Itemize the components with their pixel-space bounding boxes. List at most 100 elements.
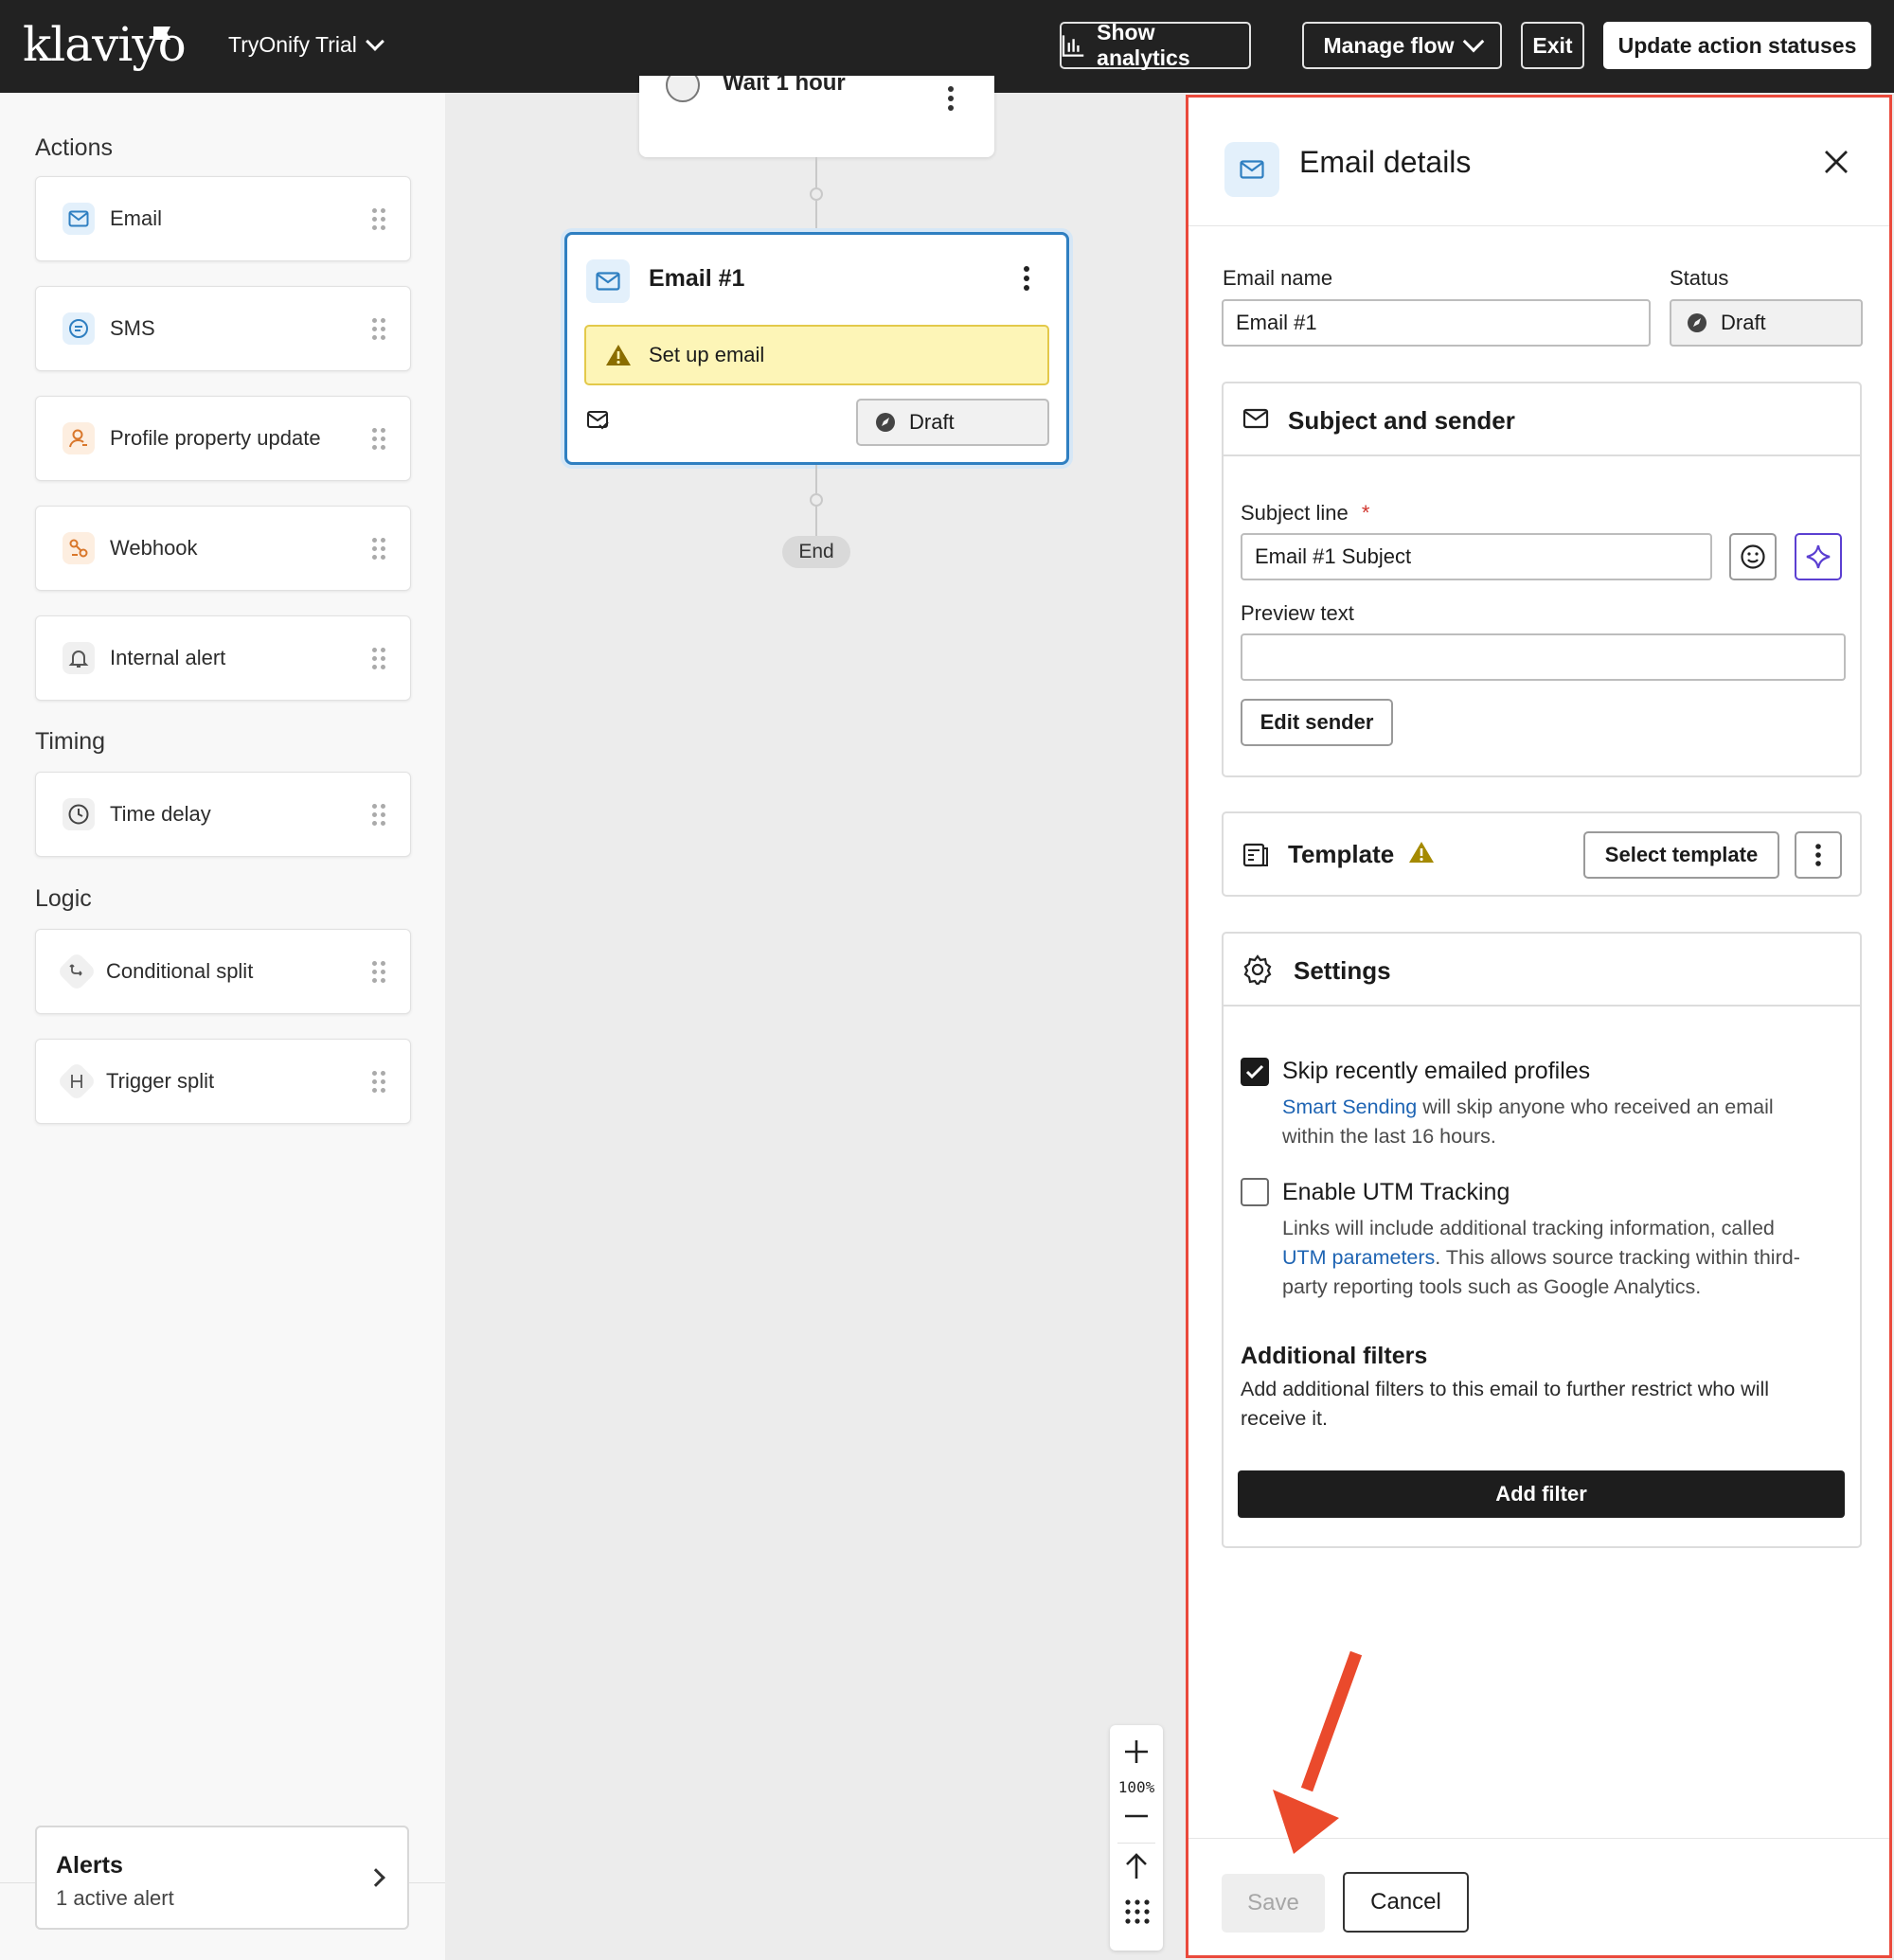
mail-check-icon xyxy=(587,411,609,430)
mail-icon xyxy=(1224,142,1279,197)
arrow-up-icon[interactable] xyxy=(1124,1852,1149,1880)
mail-icon xyxy=(1242,408,1269,429)
sidebar-item-label: Email xyxy=(110,206,163,230)
sidebar-item-email[interactable]: Email xyxy=(35,176,411,261)
chevron-right-icon xyxy=(366,1868,385,1887)
account-name: TryOnify Trial xyxy=(228,32,357,57)
sidebar-item-internal-alert[interactable]: Internal alert xyxy=(35,615,411,701)
utm-tracking-label[interactable]: Enable UTM Tracking xyxy=(1282,1179,1510,1206)
klaviyo-logo[interactable]: klaviyo xyxy=(23,17,187,72)
clock-icon xyxy=(63,798,95,830)
preview-text-label: Preview text xyxy=(1241,601,1354,625)
status-field[interactable]: Draft xyxy=(1670,299,1863,347)
bell-icon xyxy=(63,642,95,674)
warning-text: Set up email xyxy=(649,343,765,366)
account-switcher[interactable]: TryOnify Trial xyxy=(228,31,384,58)
ai-sparkle-button[interactable] xyxy=(1795,533,1842,580)
skip-recent-checkbox[interactable] xyxy=(1241,1058,1269,1086)
skip-recent-label[interactable]: Skip recently emailed profiles xyxy=(1282,1058,1590,1085)
save-button[interactable]: Save xyxy=(1222,1874,1325,1933)
sidebar-item-label: Profile property update xyxy=(110,426,321,450)
drag-handle-icon[interactable] xyxy=(372,208,385,231)
emoji-button[interactable] xyxy=(1729,533,1777,580)
settings-title: Settings xyxy=(1294,956,1391,985)
connector-dot[interactable] xyxy=(810,493,823,507)
subject-line-label: Subject line * xyxy=(1241,501,1370,525)
email-name-input[interactable]: Email #1 xyxy=(1222,299,1651,347)
edit-sender-button[interactable]: Edit sender xyxy=(1241,699,1393,746)
close-icon[interactable] xyxy=(1821,147,1851,177)
template-title: Template xyxy=(1288,840,1395,868)
sidebar-item-webhook[interactable]: Webhook xyxy=(35,506,411,591)
settings-header[interactable]: Settings xyxy=(1224,934,1860,1007)
drag-handle-icon[interactable] xyxy=(372,961,385,984)
chevron-down-icon xyxy=(365,31,384,51)
wait-node[interactable]: Wait 1 hour xyxy=(639,76,994,157)
chevron-down-icon xyxy=(1462,30,1484,53)
sms-icon xyxy=(63,312,95,345)
sidebar-item-label: SMS xyxy=(110,316,155,340)
email-node[interactable]: Email #1 Set up email Draft xyxy=(564,232,1069,465)
webhook-icon xyxy=(63,532,95,564)
mail-icon xyxy=(586,259,630,303)
sidebar-item-profile-property-update[interactable]: Profile property update xyxy=(35,396,411,481)
more-options-icon xyxy=(1815,844,1821,866)
drag-handle-icon[interactable] xyxy=(372,538,385,561)
smart-sending-link[interactable]: Smart Sending xyxy=(1282,1096,1417,1118)
actions-section-title: Actions xyxy=(35,134,113,161)
alerts-card[interactable]: Alerts 1 active alert xyxy=(35,1826,409,1930)
additional-filters-description: Add additional filters to this email to … xyxy=(1241,1378,1770,1430)
sparkle-icon xyxy=(1806,544,1831,569)
zoom-separator xyxy=(1117,1843,1155,1844)
template-section: Template Select template xyxy=(1222,811,1862,897)
sidebar-item-label: Webhook xyxy=(110,536,198,560)
update-action-statuses-button[interactable]: Update action statuses xyxy=(1603,22,1871,69)
additional-filters-title: Additional filters xyxy=(1241,1343,1428,1369)
sidebar-item-sms[interactable]: SMS xyxy=(35,286,411,371)
subject-line-input[interactable]: Email #1 Subject xyxy=(1241,533,1712,580)
drag-handle-icon[interactable] xyxy=(372,648,385,670)
manage-flow-button[interactable]: Manage flow xyxy=(1302,22,1502,69)
zoom-in-icon[interactable] xyxy=(1123,1738,1150,1765)
email-name-label: Email name xyxy=(1223,266,1333,290)
utm-tracking-checkbox[interactable] xyxy=(1241,1178,1269,1206)
timing-section-title: Timing xyxy=(35,728,106,755)
trigger-split-icon xyxy=(56,1060,98,1102)
zoom-out-icon[interactable] xyxy=(1123,1812,1150,1820)
sidebar-item-trigger-split[interactable]: Trigger split xyxy=(35,1039,411,1124)
exit-button[interactable]: Exit xyxy=(1521,22,1584,69)
bar-chart-icon xyxy=(1062,35,1084,57)
sidebar-item-conditional-split[interactable]: Conditional split xyxy=(35,929,411,1014)
logic-section-title: Logic xyxy=(35,885,92,912)
mail-icon xyxy=(63,203,95,235)
subject-sender-header[interactable]: Subject and sender xyxy=(1224,383,1860,456)
drag-handle-icon[interactable] xyxy=(372,318,385,341)
subject-sender-title: Subject and sender xyxy=(1288,406,1515,435)
setup-email-warning[interactable]: Set up email xyxy=(584,325,1049,385)
cancel-button[interactable]: Cancel xyxy=(1343,1872,1469,1933)
connector-dot[interactable] xyxy=(810,187,823,201)
more-options-icon[interactable] xyxy=(947,85,955,114)
select-template-button[interactable]: Select template xyxy=(1583,831,1779,879)
preview-text-input[interactable] xyxy=(1241,633,1846,681)
show-analytics-button[interactable]: Show analytics xyxy=(1060,20,1251,70)
panel-title: Email details xyxy=(1299,145,1472,179)
grid-icon[interactable] xyxy=(1125,1899,1150,1924)
more-options-icon[interactable] xyxy=(1023,265,1030,292)
draft-icon xyxy=(876,413,895,432)
sidebar-item-time-delay[interactable]: Time delay xyxy=(35,772,411,857)
drag-handle-icon[interactable] xyxy=(372,804,385,827)
clock-icon xyxy=(666,76,700,102)
profile-icon xyxy=(63,422,95,454)
add-filter-button[interactable]: Add filter xyxy=(1238,1470,1845,1518)
drag-handle-icon[interactable] xyxy=(372,428,385,451)
emoji-icon xyxy=(1741,544,1765,569)
annotation-arrow-icon xyxy=(1273,1650,1363,1854)
draft-icon xyxy=(1688,313,1706,332)
email-node-title: Email #1 xyxy=(649,265,745,292)
status-badge[interactable]: Draft xyxy=(856,399,1049,446)
template-more-button[interactable] xyxy=(1795,831,1842,879)
split-icon xyxy=(56,951,98,992)
utm-parameters-link[interactable]: UTM parameters xyxy=(1282,1246,1435,1269)
drag-handle-icon[interactable] xyxy=(372,1071,385,1094)
